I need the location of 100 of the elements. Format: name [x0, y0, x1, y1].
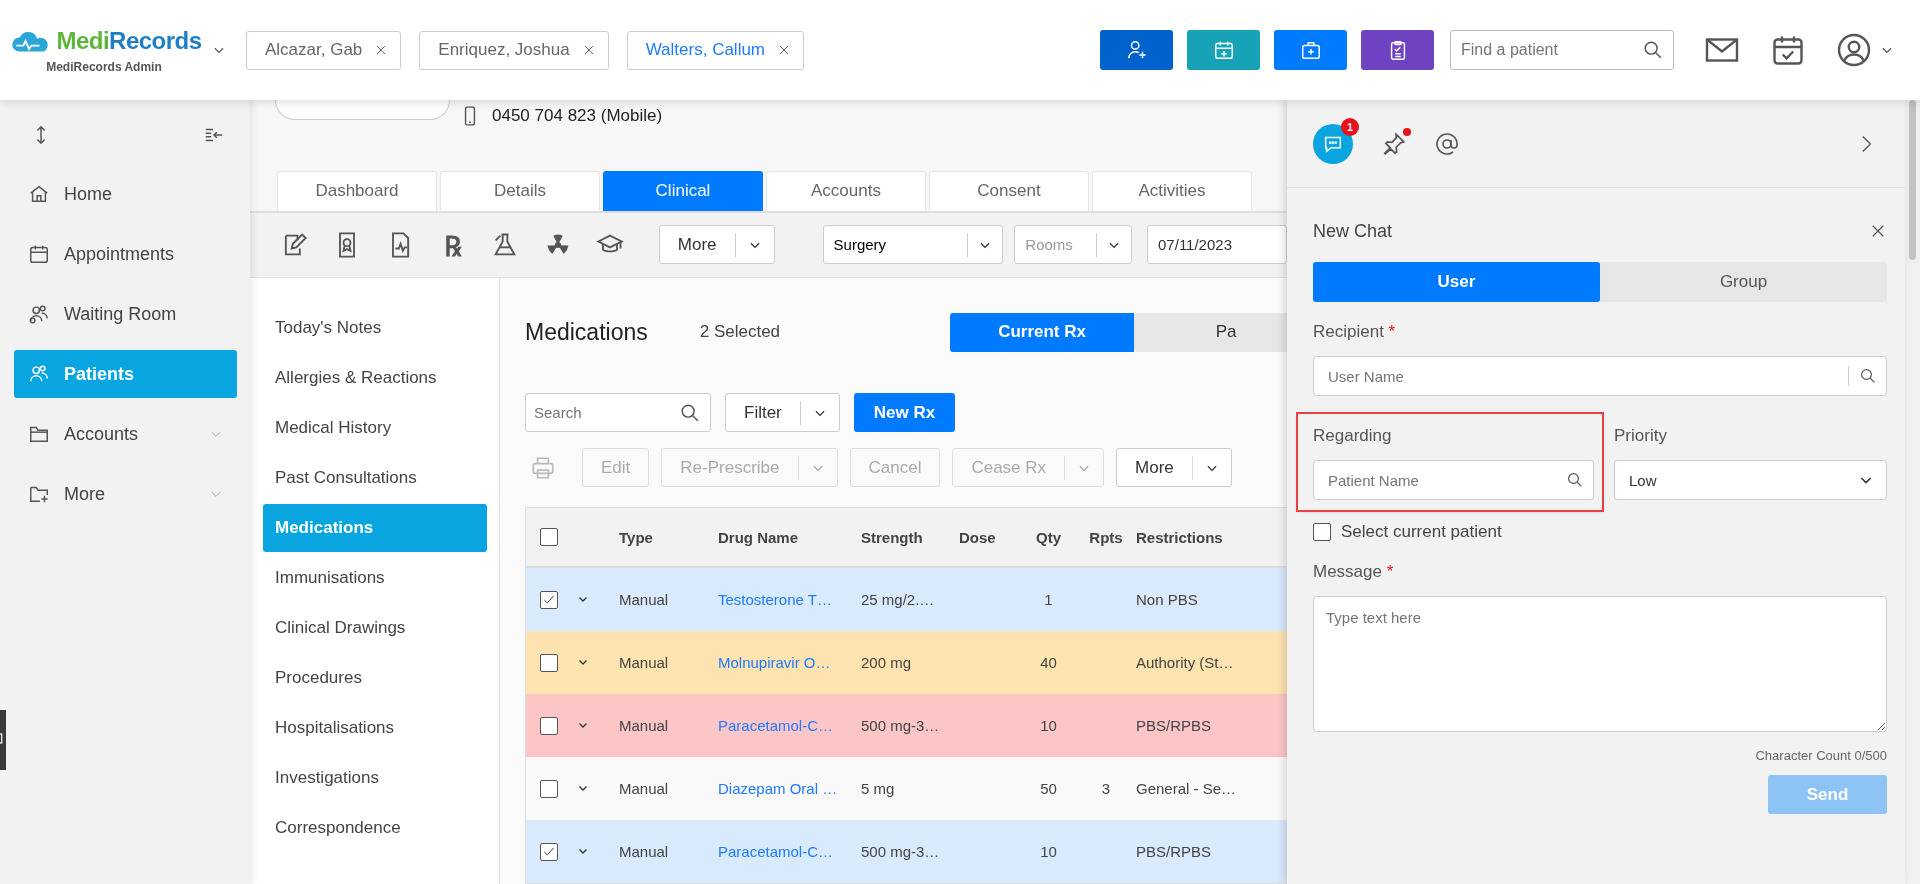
search-icon [1859, 367, 1877, 385]
view-tab[interactable]: Current Rx [950, 312, 1135, 352]
table-row[interactable]: Manual Molnupiravir O… 200 mg 40 Authority (St… [526, 631, 1287, 694]
menu-item[interactable]: Allergies & Reactions [263, 354, 487, 402]
chat-button[interactable] [1313, 123, 1353, 164]
phone-number: 0450 704 823 (Mobile) [492, 106, 663, 126]
segment-tab[interactable]: User [1313, 262, 1600, 302]
calendar-plus-icon [1212, 39, 1235, 61]
brand-logo[interactable]: MediRecords [56, 27, 202, 55]
clipboard-button[interactable] [1361, 30, 1434, 70]
at-sign-icon[interactable] [1435, 131, 1459, 156]
table-cell-text: General - Se… [1136, 780, 1238, 797]
view-tab[interactable]: Pa [1134, 312, 1287, 352]
table-cell-text: PBS/RPBS [1136, 717, 1213, 734]
user-avatar-icon [1836, 32, 1872, 68]
table-cell-text: 40 [1039, 654, 1058, 671]
table-cell-text: 500 mg-3… [861, 843, 941, 860]
nav-item[interactable]: Waiting Room [14, 290, 237, 338]
menu-item[interactable]: Correspondence [263, 804, 487, 852]
row-checkbox[interactable] [540, 842, 558, 861]
search-icon [679, 402, 701, 424]
patient-tab[interactable]: Walters, Callum [626, 30, 805, 70]
filter-dropdown[interactable]: Filter [725, 393, 840, 432]
date-field[interactable]: 07/11/2023 [1147, 225, 1287, 265]
action-button[interactable]: More [1116, 448, 1232, 487]
table-cell-text: Manual [619, 780, 670, 797]
medical-kit-icon [1299, 39, 1322, 61]
patient-tab[interactable]: Alcazar, Gab [246, 30, 402, 70]
tab[interactable]: Details [440, 170, 600, 211]
menu-item[interactable]: Procedures [263, 654, 487, 702]
calendar-plus-button[interactable] [1187, 30, 1260, 70]
tab[interactable]: Clinical [603, 170, 763, 211]
table-row[interactable]: Manual Paracetamol-C… 500 mg-3… 10 PBS/RPBS [526, 820, 1287, 883]
menu-item[interactable]: Medical History [263, 404, 487, 452]
tab[interactable]: Consent [929, 170, 1089, 211]
field-label: Recipient * [1313, 322, 1397, 343]
menu-item[interactable]: Investigations [263, 754, 487, 802]
table-cell-text: 1 [1043, 591, 1054, 608]
nav-item[interactable]: Accounts [14, 410, 237, 458]
table-cell-text: 500 mg-3… [861, 717, 941, 734]
patient-name-field[interactable]: Patient Name [1313, 460, 1594, 500]
calendar-icon [28, 243, 50, 265]
panel-title: New Chat [1313, 220, 1393, 242]
row-checkbox[interactable] [540, 590, 558, 609]
account-name: MediRecords Admin [46, 60, 162, 74]
scrollbar-thumb[interactable] [1909, 100, 1916, 260]
table-cell-text: Non PBS [1136, 591, 1199, 608]
search-icon [1566, 471, 1584, 489]
people-icon [28, 303, 50, 325]
message-field[interactable]: Type text here [1313, 596, 1887, 732]
column-header: Rpts [1088, 528, 1124, 546]
tab[interactable]: Dashboard [277, 170, 437, 211]
mobile-phone-icon [462, 105, 478, 127]
column-header: Dose [959, 528, 997, 546]
select-all-checkbox[interactable] [540, 528, 558, 546]
recipient-field[interactable]: User Name [1313, 356, 1887, 396]
tab[interactable]: Accounts [766, 170, 926, 211]
new-rx-button[interactable]: New Rx [853, 393, 956, 432]
row-checkbox[interactable] [540, 716, 558, 735]
patient-tab[interactable]: Enriquez, Joshua [419, 30, 609, 70]
tab[interactable]: Activities [1092, 170, 1252, 211]
medical-kit-button[interactable] [1274, 30, 1347, 70]
character-count: Character Count 0/500 [1754, 748, 1887, 763]
row-checkbox[interactable] [540, 653, 558, 672]
table-cell-text: 10 [1039, 843, 1058, 860]
more-dropdown[interactable]: More [658, 225, 775, 265]
table-cell-text: Manual [619, 843, 670, 860]
nav-item[interactable]: Home [14, 170, 237, 218]
menu-item[interactable]: Today's Notes [263, 304, 487, 352]
section-title: Medications [525, 318, 648, 346]
menu-item[interactable]: Clinical Drawings [263, 604, 487, 652]
patient-search-field[interactable]: Find a patient [1450, 30, 1674, 70]
table-cell-text: 3 [1100, 780, 1112, 797]
menu-item[interactable]: Hospitalisations [263, 704, 487, 752]
field-label: Regarding [1313, 426, 1393, 447]
table-cell-text: Manual [619, 591, 670, 608]
add-person-button[interactable] [1100, 30, 1173, 70]
location-select[interactable]: Surgery [822, 225, 1004, 265]
search-field[interactable]: Search [525, 393, 711, 432]
table-row[interactable]: Manual Paracetamol-C… 500 mg-3… 10 PBS/RPBS [526, 694, 1287, 757]
column-header: Type [619, 528, 654, 546]
table-cell-text: PBS/RPBS [1136, 843, 1213, 860]
nav-item[interactable]: Appointments [14, 230, 237, 278]
selection-count: 2 Selected [699, 322, 781, 342]
table-row[interactable]: Manual Testosterone T… 25 mg/2.… 1 Non PBS [526, 568, 1287, 631]
rx-icon[interactable]: ℞ [443, 225, 461, 264]
row-checkbox[interactable] [540, 779, 558, 798]
menu-item[interactable]: Immunisations [263, 554, 487, 602]
table-cell-text: 25 mg/2.… [861, 591, 936, 608]
field-label: Message * [1313, 562, 1395, 583]
nav-item[interactable]: More [14, 470, 237, 518]
table-cell-text: Authority (St… [1136, 654, 1235, 671]
segment-tab[interactable]: Group [1600, 262, 1887, 302]
table-cell-text: 200 mg [861, 654, 913, 671]
table-cell-text: 5 mg [861, 780, 896, 797]
table-cell-text: Manual [619, 717, 670, 734]
drug-link[interactable]: Diazepam Oral … [718, 780, 861, 797]
priority-select[interactable]: Low [1614, 460, 1887, 500]
menu-item[interactable]: Past Consultations [263, 454, 487, 502]
checkbox[interactable] [1313, 523, 1331, 541]
